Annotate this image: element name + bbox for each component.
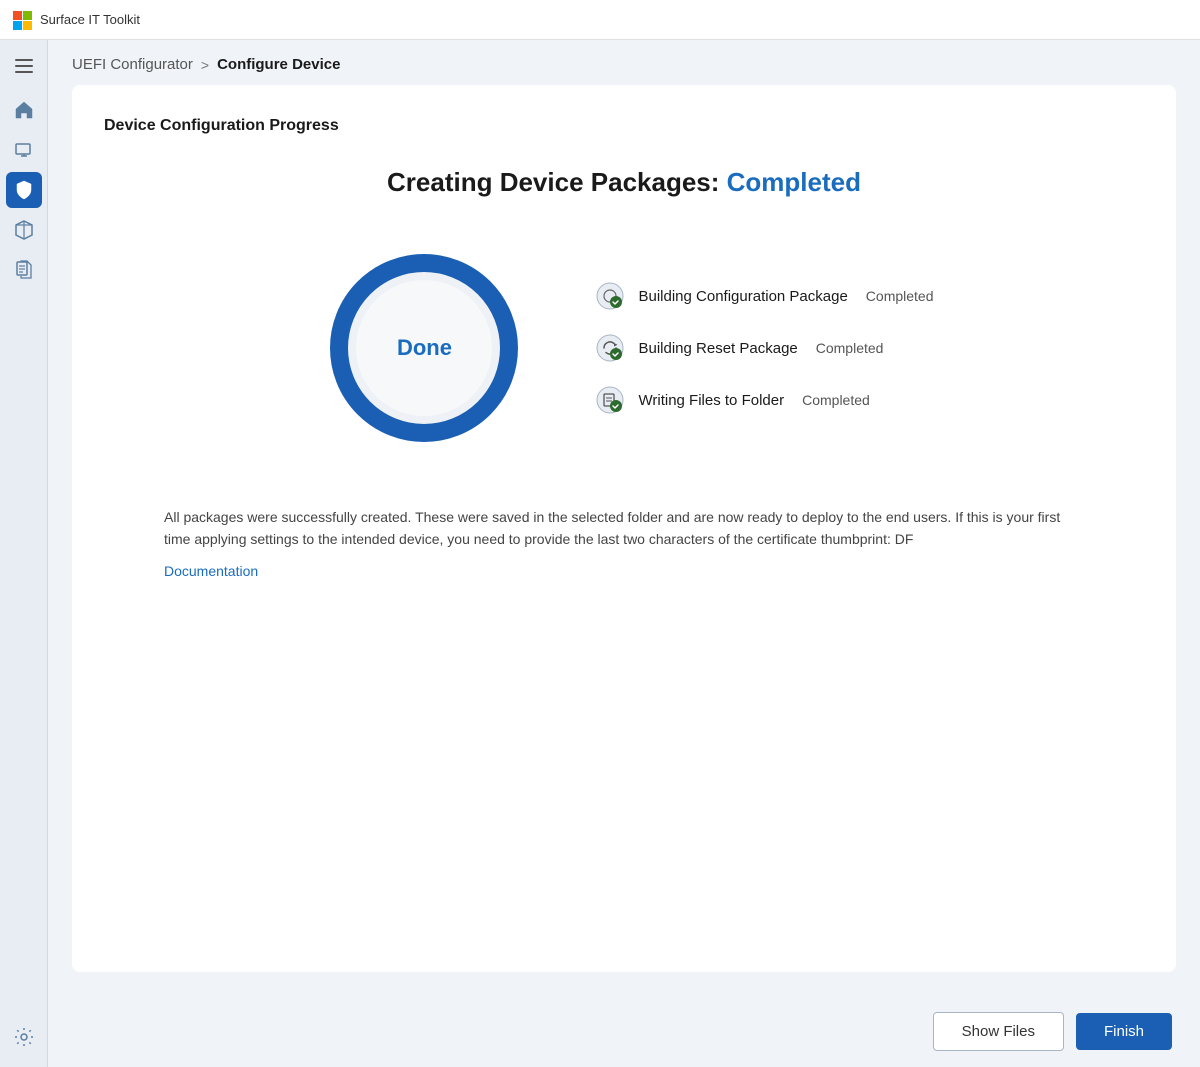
sidebar-item-devices[interactable]	[6, 132, 42, 168]
sidebar-item-security[interactable]	[6, 172, 42, 208]
sidebar-item-reports[interactable]	[6, 252, 42, 288]
section-title: Device Configuration Progress	[104, 117, 1144, 135]
headline-status: Completed	[727, 167, 861, 197]
hamburger-line	[15, 71, 33, 73]
task-status-config: Completed	[866, 288, 934, 304]
app-logo-icon	[12, 10, 32, 30]
sidebar-item-settings[interactable]	[6, 1019, 42, 1055]
gear-icon	[13, 1026, 35, 1048]
headline: Creating Device Packages: Completed	[387, 167, 861, 198]
finish-button[interactable]: Finish	[1076, 1013, 1172, 1050]
task-item-write: Writing Files to Folder Completed	[594, 384, 933, 416]
sidebar	[0, 40, 48, 1067]
task-status-reset: Completed	[816, 340, 884, 356]
home-icon	[13, 99, 35, 121]
shield-icon	[13, 179, 35, 201]
breadcrumb-separator: >	[201, 57, 209, 73]
task-item-reset: Building Reset Package Completed	[594, 332, 933, 364]
progress-area: Creating Device Packages: Completed	[104, 167, 1144, 581]
hamburger-line	[15, 65, 33, 67]
headline-prefix: Creating Device Packages:	[387, 167, 727, 197]
reset-icon	[594, 332, 626, 364]
show-files-button[interactable]: Show Files	[933, 1012, 1064, 1051]
donut-chart: Done	[314, 238, 534, 458]
devices-icon	[13, 139, 35, 161]
hamburger-button[interactable]	[6, 48, 42, 84]
breadcrumb-current: Configure Device	[217, 56, 340, 73]
report-icon	[13, 259, 35, 281]
write-icon	[594, 384, 626, 416]
task-name-reset: Building Reset Package	[638, 340, 797, 357]
progress-row: Done Building Configuration	[314, 238, 933, 458]
sidebar-item-packages[interactable]	[6, 212, 42, 248]
description-text: All packages were successfully created. …	[164, 506, 1084, 551]
footer-bar: Show Files Finish	[48, 996, 1200, 1067]
task-name-write: Writing Files to Folder	[638, 392, 784, 409]
task-item-config: Building Configuration Package Completed	[594, 280, 933, 312]
titlebar: Surface IT Toolkit	[0, 0, 1200, 40]
package-icon	[13, 219, 35, 241]
app-title: Surface IT Toolkit	[40, 12, 140, 27]
breadcrumb: UEFI Configurator > Configure Device	[48, 40, 1200, 85]
task-status-write: Completed	[802, 392, 870, 408]
breadcrumb-parent[interactable]: UEFI Configurator	[72, 56, 193, 73]
donut-label: Done	[397, 335, 452, 361]
content-area: UEFI Configurator > Configure Device Dev…	[48, 40, 1200, 1067]
task-list: Building Configuration Package Completed	[594, 280, 933, 416]
description-area: All packages were successfully created. …	[164, 506, 1084, 581]
sidebar-nav	[0, 92, 47, 1019]
sidebar-item-home[interactable]	[6, 92, 42, 128]
documentation-link[interactable]: Documentation	[164, 563, 258, 579]
hamburger-line	[15, 59, 33, 61]
config-icon	[594, 280, 626, 312]
main-card: Device Configuration Progress Creating D…	[72, 85, 1176, 972]
task-name-config: Building Configuration Package	[638, 288, 847, 305]
